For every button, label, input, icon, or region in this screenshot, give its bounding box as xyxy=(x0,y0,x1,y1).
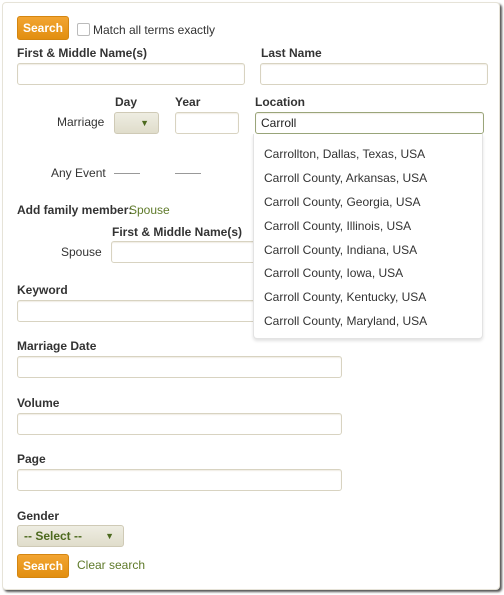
any-event-year-placeholder xyxy=(175,173,201,174)
first-middle-name-input[interactable] xyxy=(17,63,245,85)
match-exact-checkbox[interactable] xyxy=(77,23,90,36)
chevron-down-icon: ▼ xyxy=(140,118,149,128)
year-header: Year xyxy=(175,95,201,109)
location-header: Location xyxy=(255,95,305,109)
match-exact-label: Match all terms exactly xyxy=(93,23,216,37)
location-suggestion[interactable]: Carroll County, Georgia, USA xyxy=(264,195,421,209)
chevron-down-icon: ▼ xyxy=(105,531,114,541)
clear-search-link[interactable]: Clear search xyxy=(77,558,145,572)
marriage-row-label: Marriage xyxy=(57,115,105,129)
marriage-date-input[interactable] xyxy=(17,356,342,378)
day-header: Day xyxy=(115,95,138,109)
gender-label: Gender xyxy=(17,509,60,523)
spouse-row-label: Spouse xyxy=(61,245,102,259)
add-family-member-label: Add family member: xyxy=(17,203,133,217)
location-suggestion[interactable]: Carroll County, Iowa, USA xyxy=(264,266,403,280)
location-autocomplete-dropdown: Carrollton, Dallas, Texas, USA Carroll C… xyxy=(253,134,483,339)
location-suggestion[interactable]: Carroll County, Illinois, USA xyxy=(264,219,411,233)
last-name-input[interactable] xyxy=(260,63,488,85)
spouse-first-middle-input[interactable] xyxy=(111,241,263,263)
location-suggestion[interactable]: Carroll County, Kentucky, USA xyxy=(264,290,426,304)
volume-input[interactable] xyxy=(17,413,342,435)
location-suggestion[interactable]: Carroll County, Maryland, USA xyxy=(264,314,427,328)
marriage-year-input[interactable] xyxy=(175,112,239,134)
add-spouse-link[interactable]: Spouse xyxy=(129,203,170,217)
volume-label: Volume xyxy=(17,396,60,410)
any-event-row-label: Any Event xyxy=(51,166,106,180)
marriage-location-input[interactable]: Carroll xyxy=(255,112,484,134)
gender-select[interactable]: -- Select -- ▼ xyxy=(17,525,124,547)
last-name-label: Last Name xyxy=(261,46,322,60)
page-input[interactable] xyxy=(17,469,342,491)
location-suggestion[interactable]: Carroll County, Arkansas, USA xyxy=(264,171,427,185)
location-suggestion[interactable]: Carroll County, Indiana, USA xyxy=(264,243,417,257)
marriage-date-label: Marriage Date xyxy=(17,339,97,353)
location-suggestion[interactable]: Carrollton, Dallas, Texas, USA xyxy=(264,147,425,161)
any-event-day-placeholder xyxy=(114,173,140,174)
spouse-first-middle-label: First & Middle Name(s) xyxy=(112,225,243,239)
first-middle-name-label: First & Middle Name(s) xyxy=(17,46,148,60)
keyword-label: Keyword xyxy=(17,283,68,297)
marriage-day-select[interactable]: ▼ xyxy=(114,112,159,134)
keyword-input[interactable] xyxy=(17,300,269,322)
search-button-bottom[interactable]: Search xyxy=(17,554,69,578)
page-label: Page xyxy=(17,452,46,466)
search-button-top[interactable]: Search xyxy=(17,16,69,40)
